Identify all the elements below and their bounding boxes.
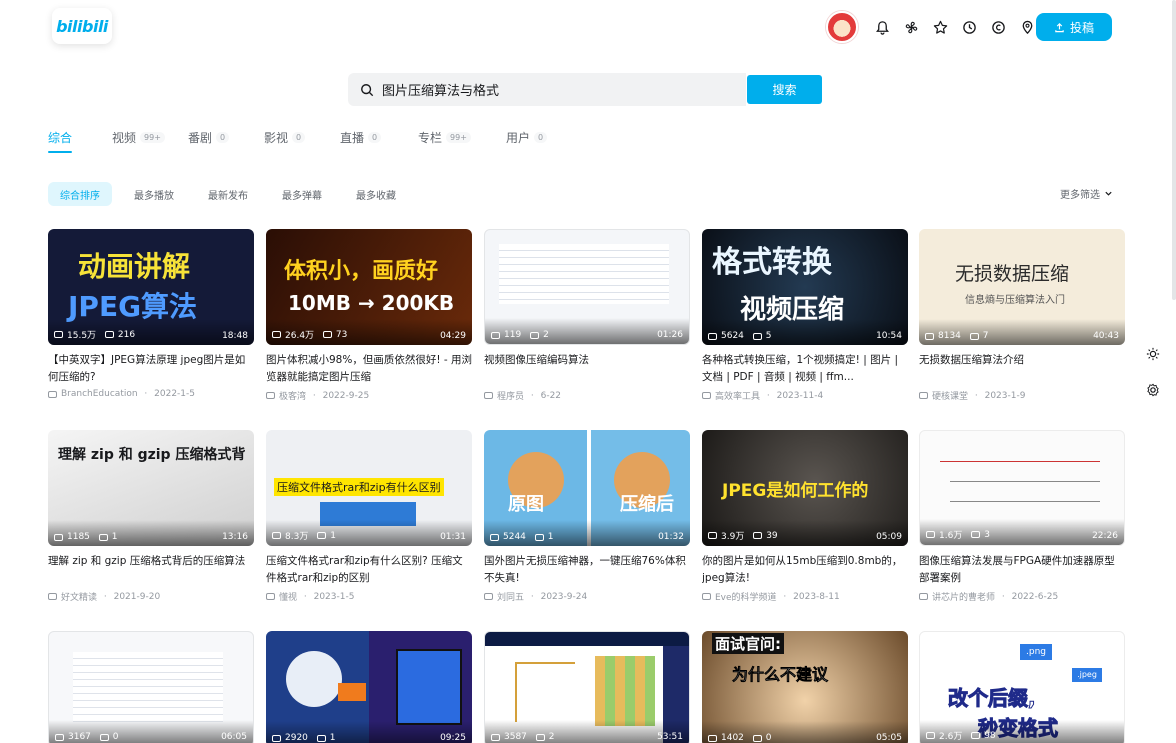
video-card[interactable]: .png .jpeg 改个后缀, 秒变格式 2.6万 98 <box>919 631 1125 743</box>
search-input[interactable] <box>382 82 722 97</box>
tab-video[interactable]: 视频 99+ <box>112 128 188 146</box>
search-bar <box>348 73 746 106</box>
video-thumbnail[interactable]: 格式转换 视频压缩 5624 5 10:54 <box>702 229 908 345</box>
video-card[interactable]: 动画讲解 JPEG算法 15.5万 216 18:48 【中英双字】JPEG算法… <box>48 229 254 399</box>
video-title[interactable]: 视频图像压缩编码算法 <box>484 352 690 386</box>
video-card[interactable]: 1.6万 3 22:26 图像压缩算法发展与FPGA硬件加速器原型部署案例 讲芯… <box>919 430 1125 603</box>
video-card[interactable]: 面试官问: 为什么不建议 1402 0 05:05 <box>702 631 908 743</box>
video-thumbnail[interactable]: 动画讲解 JPEG算法 15.5万 216 18:48 <box>48 229 254 345</box>
tab-bangumi[interactable]: 番剧 0 <box>188 128 264 146</box>
search-icon <box>361 83 374 96</box>
more-filter-button[interactable]: 更多筛选 <box>1060 186 1113 201</box>
video-thumbnail[interactable]: JPEG是如何工作的 3.9万 39 05:09 <box>702 430 908 546</box>
video-title[interactable]: 图像压缩算法发展与FPGA硬件加速器原型部署案例 <box>919 553 1125 587</box>
star-icon[interactable] <box>926 13 954 41</box>
sort-most-favorites[interactable]: 最多收藏 <box>344 182 408 206</box>
video-title[interactable]: 【中英双字】JPEG算法原理 jpeg图片是如何压缩的? <box>48 352 254 386</box>
video-thumbnail[interactable]: 1.6万 3 22:26 <box>919 430 1125 546</box>
sort-most-played[interactable]: 最多播放 <box>122 182 186 206</box>
video-thumbnail[interactable]: 119 2 01:26 <box>484 229 690 345</box>
bcoin-icon[interactable] <box>984 13 1012 41</box>
video-meta: 好文精读 · 2021-9-20 <box>48 590 254 603</box>
video-meta: 极客湾 · 2022-9-25 <box>266 389 472 402</box>
video-card[interactable]: 格式转换 视频压缩 5624 5 10:54 各种格式转换压缩，1个视频搞定! … <box>702 229 908 402</box>
upload-icon <box>1055 22 1064 32</box>
video-thumbnail[interactable]: 压缩文件格式rar和zip有什么区别 8.3万 1 01:31 <box>266 430 472 546</box>
chevron-down-icon <box>1105 191 1112 196</box>
bell-icon[interactable] <box>868 13 896 41</box>
header-icons <box>826 10 1042 44</box>
tab-article[interactable]: 专栏 99+ <box>418 128 506 146</box>
scrollbar[interactable] <box>1172 0 1176 300</box>
video-thumbnail[interactable]: 2920 1 09:25 <box>266 631 472 743</box>
video-meta: BranchEducation · 2022-1-5 <box>48 389 254 399</box>
bilibili-logo[interactable]: bilibili <box>52 8 112 44</box>
settings-gear-icon[interactable] <box>1144 381 1162 399</box>
video-card[interactable]: 无损数据压缩 信息熵与压缩算法入门 8134 7 40:43 无损数据压缩算法介… <box>919 229 1125 402</box>
video-thumbnail[interactable]: 无损数据压缩 信息熵与压缩算法入门 8134 7 40:43 <box>919 229 1125 345</box>
tab-user[interactable]: 用户 0 <box>506 128 566 146</box>
video-card[interactable]: 119 2 01:26 视频图像压缩编码算法 程序员 · 6-22 <box>484 229 690 402</box>
video-thumbnail[interactable]: .png .jpeg 改个后缀, 秒变格式 2.6万 98 <box>919 631 1125 743</box>
tab-film[interactable]: 影视 0 <box>264 128 340 146</box>
video-card[interactable]: 体积小，画质好 10MB → 200KB 26.4万 73 04:29 图片体积… <box>266 229 472 402</box>
video-thumbnail[interactable]: 体积小，画质好 10MB → 200KB 26.4万 73 04:29 <box>266 229 472 345</box>
sort-comprehensive[interactable]: 综合排序 <box>48 182 112 206</box>
video-thumbnail[interactable]: 面试官问: 为什么不建议 1402 0 05:05 <box>702 631 908 743</box>
search-button[interactable]: 搜索 <box>747 75 822 104</box>
video-meta: 硬核课堂 · 2023-1-9 <box>919 389 1125 402</box>
video-card[interactable]: 2920 1 09:25 <box>266 631 472 743</box>
video-meta: 刘同五 · 2023-9-24 <box>484 590 690 603</box>
sort-newest[interactable]: 最新发布 <box>196 182 260 206</box>
fan-icon[interactable] <box>897 13 925 41</box>
clock-icon[interactable] <box>955 13 983 41</box>
video-meta: 懂视 · 2023-1-5 <box>266 590 472 603</box>
active-tab-indicator <box>48 151 72 153</box>
video-meta: 程序员 · 6-22 <box>484 389 690 402</box>
upload-button[interactable]: 投稿 <box>1036 13 1112 41</box>
video-title[interactable]: 图片体积减小98%，但画质依然很好! - 用浏览器就能搞定图片压缩 <box>266 352 472 386</box>
video-thumbnail[interactable]: 理解 zip 和 gzip 压缩格式背 1185 1 13:16 <box>48 430 254 546</box>
video-meta: 高效率工具 · 2023-11-4 <box>702 389 908 402</box>
video-card[interactable]: 理解 zip 和 gzip 压缩格式背 1185 1 13:16 理解 zip … <box>48 430 254 603</box>
theme-toggle-icon[interactable] <box>1144 345 1162 363</box>
video-thumbnail[interactable]: 原图 压缩后 5244 1 01:32 <box>484 430 690 546</box>
video-title[interactable]: 理解 zip 和 gzip 压缩格式背后的压缩算法 <box>48 553 254 587</box>
tab-live[interactable]: 直播 0 <box>340 128 418 146</box>
video-thumbnail[interactable]: 3167 0 06:05 <box>48 631 254 743</box>
video-title[interactable]: 国外图片无损压缩神器，一键压缩76%体积不失真! <box>484 553 690 587</box>
result-tabs: 综合 视频 99+ 番剧 0 影视 0 直播 0 专栏 99+ 用户 0 <box>48 128 566 146</box>
video-card[interactable]: 原图 压缩后 5244 1 01:32 国外图片无损压缩神器，一键压缩76%体积… <box>484 430 690 603</box>
video-meta: 讲芯片的曹老师 · 2022-6-25 <box>919 590 1125 603</box>
avatar[interactable] <box>826 11 858 43</box>
video-meta: Eve的科学频道 · 2023-8-11 <box>702 590 908 603</box>
video-card[interactable]: 压缩文件格式rar和zip有什么区别 8.3万 1 01:31 压缩文件格式ra… <box>266 430 472 603</box>
video-card[interactable]: JPEG是如何工作的 3.9万 39 05:09 你的图片是如何从15mb压缩到… <box>702 430 908 603</box>
sort-options: 综合排序 最多播放 最新发布 最多弹幕 最多收藏 <box>48 182 418 206</box>
video-thumbnail[interactable]: 3587 2 53:51 <box>484 631 690 743</box>
tab-all[interactable]: 综合 <box>48 128 112 146</box>
video-card[interactable]: 3167 0 06:05 <box>48 631 254 743</box>
video-title[interactable]: 你的图片是如何从15mb压缩到0.8mb的，jpeg算法! <box>702 553 908 587</box>
video-card[interactable]: 3587 2 53:51 <box>484 631 690 743</box>
sort-most-danmaku[interactable]: 最多弹幕 <box>270 182 334 206</box>
video-title[interactable]: 压缩文件格式rar和zip有什么区别? 压缩文件格式rar和zip的区别 <box>266 553 472 587</box>
video-title[interactable]: 各种格式转换压缩，1个视频搞定! | 图片 | 文档 | PDF | 音频 | … <box>702 352 908 386</box>
video-title[interactable]: 无损数据压缩算法介绍 <box>919 352 1125 386</box>
